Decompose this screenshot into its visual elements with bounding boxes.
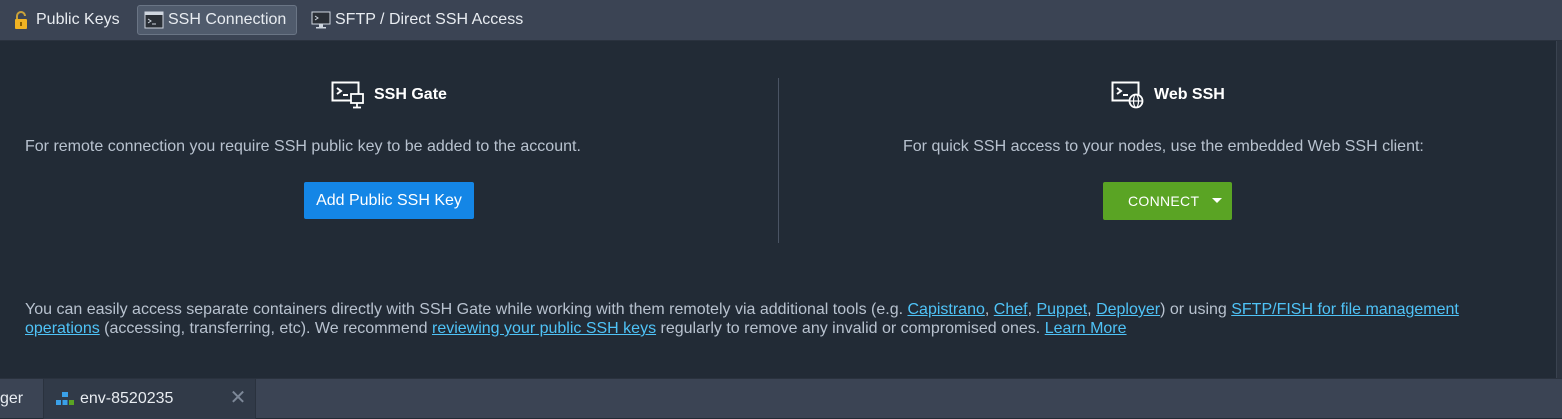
info-text: ) or using	[1160, 301, 1232, 318]
ssh-gate-title: SSH Gate	[374, 86, 447, 103]
tab-public-keys[interactable]: Public Keys	[6, 5, 128, 35]
bottom-tab-label: ger	[0, 390, 24, 407]
environment-icon	[56, 392, 74, 405]
link-chef[interactable]: Chef	[994, 301, 1028, 318]
connect-button[interactable]: CONNECT	[1103, 182, 1232, 220]
link-learn-more[interactable]: Learn More	[1045, 320, 1127, 337]
tab-label: SSH Connection	[168, 11, 287, 28]
web-ssh-heading: Web SSH	[1111, 81, 1225, 109]
chevron-down-icon[interactable]	[1212, 198, 1222, 203]
tab-bar: Public Keys SSH Connection SFTP / Direct…	[0, 0, 1562, 41]
ssh-info-paragraph: You can easily access separate container…	[25, 300, 1525, 338]
web-ssh-description: For quick SSH access to your nodes, use …	[903, 138, 1424, 155]
info-text: regularly to remove any invalid or compr…	[656, 320, 1045, 337]
ssh-gate-heading: SSH Gate	[331, 81, 447, 109]
lock-open-icon	[12, 10, 32, 30]
close-icon[interactable]: ✕	[229, 388, 247, 408]
info-text: (accessing, transferring, etc). We recom…	[99, 320, 432, 337]
tab-sftp-direct-ssh[interactable]: SFTP / Direct SSH Access	[305, 5, 531, 35]
tab-label: Public Keys	[36, 11, 120, 28]
ssh-connection-panel: SSH Gate For remote connection you requi…	[0, 41, 1556, 378]
bottom-tab-bar: ger env-8520235 ✕	[0, 378, 1562, 419]
section-divider	[778, 78, 779, 243]
link-review-ssh-keys[interactable]: reviewing your public SSH keys	[432, 320, 656, 337]
tab-label: SFTP / Direct SSH Access	[335, 11, 524, 28]
bottom-tab-environment[interactable]: env-8520235 ✕	[44, 379, 256, 419]
info-separator: ,	[1087, 301, 1097, 318]
web-ssh-title: Web SSH	[1154, 86, 1225, 103]
terminal-gate-icon	[331, 81, 364, 109]
link-capistrano[interactable]: Capistrano	[908, 301, 985, 318]
ssh-gate-description: For remote connection you require SSH pu…	[25, 138, 581, 155]
bottom-tab-label: env-8520235	[80, 390, 174, 407]
add-public-ssh-key-button[interactable]: Add Public SSH Key	[304, 182, 474, 219]
link-deployer[interactable]: Deployer	[1096, 301, 1160, 318]
connect-label: CONNECT	[1128, 193, 1200, 209]
info-text: You can easily access separate container…	[25, 301, 908, 318]
scrollbar[interactable]	[1556, 41, 1562, 378]
terminal-window-icon	[144, 10, 164, 30]
bottom-tab-previous[interactable]: ger	[0, 379, 44, 419]
tab-ssh-connection[interactable]: SSH Connection	[137, 5, 297, 35]
link-puppet[interactable]: Puppet	[1036, 301, 1087, 318]
monitor-terminal-icon	[311, 10, 331, 30]
terminal-web-icon	[1111, 81, 1144, 109]
info-separator: ,	[984, 301, 994, 318]
